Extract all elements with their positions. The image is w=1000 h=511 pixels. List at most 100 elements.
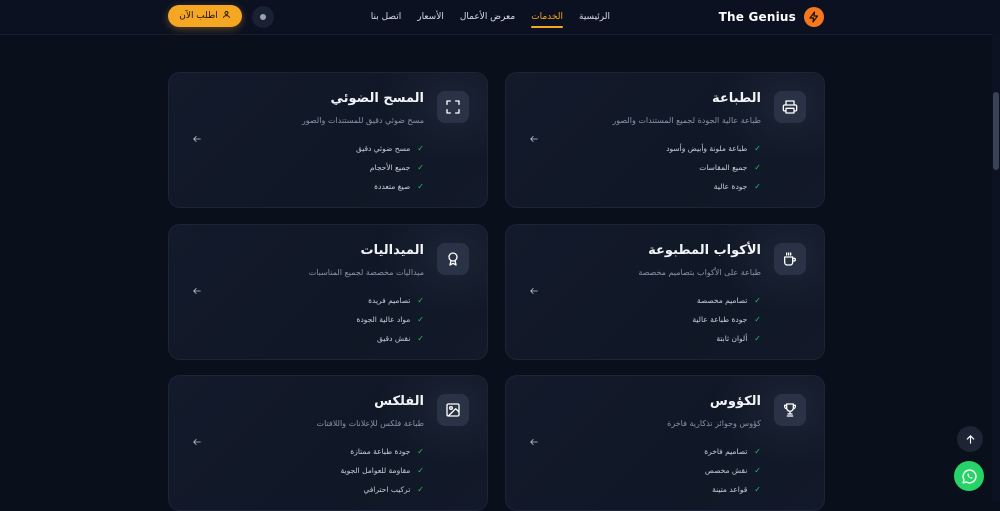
check-icon: ✓: [754, 465, 761, 475]
nav-home[interactable]: الرئيسية: [579, 4, 610, 30]
check-icon: ✓: [417, 465, 424, 475]
service-card-printing[interactable]: الطباعة طباعة عالية الجودة لجميع المستند…: [505, 72, 825, 208]
check-icon: ✓: [417, 333, 424, 343]
card-title: الميداليات: [360, 243, 424, 258]
whatsapp-button[interactable]: [954, 461, 984, 491]
card-title: الكؤوس: [709, 394, 761, 409]
top-navbar: The Genius الرئيسية الخدمات معرض الأعمال…: [0, 0, 1000, 35]
nav-services[interactable]: الخدمات: [531, 4, 563, 30]
feature-label: مسح ضوئي دقيق: [355, 144, 411, 153]
feature-list: ✓ طباعة ملونة وأبيض وأسود ✓ جميع المقاسات …: [666, 139, 761, 196]
feature-item: ✓ مواد عالية الجودة: [357, 310, 424, 329]
feature-item: ✓ مقاومة للعوامل الجوية: [341, 461, 424, 480]
image-icon: [437, 394, 469, 426]
service-card-medals[interactable]: الميداليات ميداليات مخصصة لجميع المناسبا…: [168, 224, 488, 360]
check-icon: ✓: [417, 162, 424, 172]
check-icon: ✓: [754, 143, 761, 153]
card-subtitle: طباعة فلكس للإعلانات واللافتات: [316, 419, 424, 428]
feature-label: قواعد متينة: [712, 485, 748, 494]
check-icon: ✓: [754, 446, 761, 456]
mug-icon: [774, 243, 806, 275]
card-subtitle: طباعة على الأكواب بتصاميم مخصصة: [638, 268, 761, 277]
order-now-label: اطلب الآن: [179, 11, 218, 21]
check-icon: ✓: [754, 333, 761, 343]
brand[interactable]: The Genius: [719, 5, 824, 29]
arrow-left-icon[interactable]: [528, 285, 540, 297]
arrow-left-icon[interactable]: [191, 436, 203, 448]
sun-icon: [260, 14, 266, 20]
card-subtitle: ميداليات مخصصة لجميع المناسبات: [308, 268, 424, 277]
arrow-left-icon[interactable]: [191, 133, 203, 145]
feature-label: نقش دقيق: [377, 334, 411, 343]
check-icon: ✓: [417, 143, 424, 153]
check-icon: ✓: [754, 314, 761, 324]
feature-label: تصاميم فاخرة: [704, 447, 748, 456]
arrow-left-icon[interactable]: [528, 133, 540, 145]
trophy-icon: [774, 394, 806, 426]
feature-label: جميع المقاسات: [699, 163, 748, 172]
arrow-left-icon[interactable]: [528, 436, 540, 448]
feature-list: ✓ جودة طباعة ممتازة ✓ مقاومة للعوامل الجوي…: [341, 442, 424, 499]
nav-prices[interactable]: الأسعار: [417, 4, 444, 30]
feature-label: ألوان ثابتة: [716, 334, 748, 343]
card-title: الأكواب المطبوعة: [648, 243, 761, 258]
feature-list: ✓ مسح ضوئي دقيق ✓ جميع الأحجام ✓ صيغ متعددة: [356, 139, 424, 196]
feature-list: ✓ تصاميم فاخرة ✓ نقش مخصص ✓ قواعد متينة: [704, 442, 761, 499]
nav-contact[interactable]: اتصل بنا: [371, 4, 401, 30]
feature-item: ✓ مسح ضوئي دقيق: [356, 139, 424, 158]
feature-item: ✓ تصاميم مخصصة: [692, 291, 761, 310]
user-icon: [222, 10, 231, 22]
feature-item: ✓ ألوان ثابتة: [692, 329, 761, 348]
theme-toggle-button[interactable]: [252, 6, 274, 28]
feature-label: تصاميم مخصصة: [696, 296, 748, 305]
feature-label: جودة طباعة عالية: [692, 315, 748, 324]
main-nav: الرئيسية الخدمات معرض الأعمال الأسعار ات…: [371, 0, 610, 34]
feature-label: مواد عالية الجودة: [356, 315, 411, 324]
printer-icon: [774, 91, 806, 123]
feature-item: ✓ تركيب احترافي: [341, 480, 424, 499]
feature-item: ✓ جميع المقاسات: [666, 158, 761, 177]
lightning-icon: [804, 7, 824, 27]
check-icon: ✓: [754, 162, 761, 172]
feature-item: ✓ طباعة ملونة وأبيض وأسود: [666, 139, 761, 158]
check-icon: ✓: [754, 295, 761, 305]
feature-label: نقش مخصص: [704, 466, 748, 475]
check-icon: ✓: [754, 181, 761, 191]
service-card-flex[interactable]: الفلكس طباعة فلكس للإعلانات واللافتات ✓ ج…: [168, 375, 488, 511]
medal-icon: [437, 243, 469, 275]
feature-label: جودة طباعة ممتازة: [350, 447, 411, 456]
feature-item: ✓ جودة عالية: [666, 177, 761, 196]
feature-item: ✓ جودة طباعة ممتازة: [341, 442, 424, 461]
card-title: المسح الضوئي: [330, 91, 424, 106]
arrow-left-icon[interactable]: [191, 285, 203, 297]
feature-item: ✓ تصاميم فاخرة: [704, 442, 761, 461]
service-card-trophies[interactable]: الكؤوس كؤوس وجوائز تذكارية فاخرة ✓ تصاميم…: [505, 375, 825, 511]
feature-label: جودة عالية: [713, 182, 748, 191]
check-icon: ✓: [417, 484, 424, 494]
check-icon: ✓: [417, 314, 424, 324]
check-icon: ✓: [417, 181, 424, 191]
check-icon: ✓: [754, 484, 761, 494]
feature-item: ✓ نقش دقيق: [357, 329, 424, 348]
check-icon: ✓: [417, 295, 424, 305]
check-icon: ✓: [417, 446, 424, 456]
feature-label: تصاميم فريدة: [368, 296, 411, 305]
feature-label: مقاومة للعوامل الجوية: [340, 466, 411, 475]
feature-item: ✓ صيغ متعددة: [356, 177, 424, 196]
order-now-button[interactable]: اطلب الآن: [168, 5, 242, 27]
nav-portfolio[interactable]: معرض الأعمال: [460, 4, 515, 30]
scroll-to-top-button[interactable]: [957, 426, 983, 452]
card-subtitle: مسح ضوئي دقيق للمستندات والصور: [301, 116, 424, 125]
feature-item: ✓ جميع الأحجام: [356, 158, 424, 177]
scrollbar-thumb[interactable]: [993, 92, 999, 170]
scrollbar[interactable]: [992, 34, 1000, 501]
feature-item: ✓ جودة طباعة عالية: [692, 310, 761, 329]
brand-name: The Genius: [718, 10, 796, 24]
service-card-mugs[interactable]: الأكواب المطبوعة طباعة على الأكواب بتصام…: [505, 224, 825, 360]
service-card-scanning[interactable]: المسح الضوئي مسح ضوئي دقيق للمستندات وال…: [168, 72, 488, 208]
feature-label: صيغ متعددة: [374, 182, 411, 191]
feature-list: ✓ تصاميم مخصصة ✓ جودة طباعة عالية ✓ ألوان ث…: [692, 291, 761, 348]
feature-label: طباعة ملونة وأبيض وأسود: [666, 144, 748, 153]
card-title: الفلكس: [374, 394, 424, 409]
feature-label: جميع الأحجام: [369, 163, 411, 172]
